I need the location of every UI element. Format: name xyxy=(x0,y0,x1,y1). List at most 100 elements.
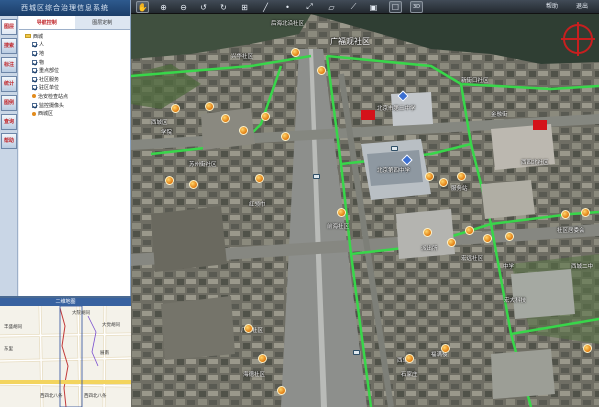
poi-marker-icon[interactable] xyxy=(317,66,326,75)
zoom-out-icon[interactable]: ⊖ xyxy=(177,1,190,13)
map-label[interactable]: 服务站 xyxy=(451,184,468,192)
side-tab-mark[interactable]: 标注 xyxy=(1,57,17,73)
layer-checkbox[interactable] xyxy=(32,76,37,82)
map-label[interactable]: 石家庄 xyxy=(401,370,418,378)
map-label[interactable]: 前海社区 xyxy=(327,222,349,230)
select-icon[interactable]: ▣ xyxy=(367,1,380,13)
poi-marker-icon[interactable] xyxy=(583,344,592,353)
map-label[interactable]: 红领巾 xyxy=(249,200,266,208)
layer-checkbox[interactable] xyxy=(32,50,37,56)
flag-icon[interactable] xyxy=(533,120,547,130)
camera-icon[interactable] xyxy=(353,350,360,355)
pan-icon[interactable]: ✋ xyxy=(136,1,149,13)
layer-checkbox[interactable] xyxy=(32,68,37,74)
side-tab-layers[interactable]: 图层 xyxy=(1,19,17,35)
map-label[interactable]: 中学 xyxy=(503,262,514,270)
camera-icon[interactable] xyxy=(391,146,398,151)
map-label[interactable]: 后海北沿社区 xyxy=(271,19,304,27)
measure-icon[interactable]: ⊞ xyxy=(238,1,251,13)
poi-marker-icon[interactable] xyxy=(405,354,414,363)
flag-icon[interactable] xyxy=(361,110,375,120)
poi-marker-icon[interactable] xyxy=(561,210,570,219)
map-label[interactable]: 学院 xyxy=(161,128,172,136)
poi-marker-icon[interactable] xyxy=(258,354,267,363)
poi-marker-icon[interactable] xyxy=(221,114,230,123)
side-tab-legend[interactable]: 图例 xyxy=(1,95,17,111)
layer-checkbox[interactable] xyxy=(32,102,37,108)
poi-marker-icon[interactable] xyxy=(337,208,346,217)
poi-marker-icon[interactable] xyxy=(581,208,590,217)
map-label[interactable]: 苏州街社区 xyxy=(189,160,217,168)
map-label[interactable]: 海德社区 xyxy=(243,370,265,378)
tree-node[interactable]: 西城区 xyxy=(25,109,130,118)
overview-minimap[interactable]: 二维地图 丰盛胡同 大院胡同 东里 展南 大觉胡同 西四北八条 西四北八条 xyxy=(0,296,131,407)
map-label[interactable]: 西四北社区 xyxy=(521,158,549,166)
map-label[interactable]: 宏远社区 xyxy=(461,254,483,262)
side-tab-search[interactable]: 搜索 xyxy=(1,38,17,54)
tree-node[interactable]: 驻区单位 xyxy=(25,84,130,93)
rotate-left-icon[interactable]: ↺ xyxy=(197,1,210,13)
tree-node[interactable]: 人 xyxy=(25,41,130,50)
poi-marker-icon[interactable] xyxy=(239,126,248,135)
tree-node[interactable]: 物 xyxy=(25,58,130,67)
map-viewport[interactable]: 广福观社区 后海北沿社区 兴华社区 新街口社区 西四北社区 苏州街社区 北京市第… xyxy=(131,14,599,407)
map-label[interactable]: 北京市第三中学 xyxy=(377,104,416,112)
side-tab-query[interactable]: 查询 xyxy=(1,114,17,130)
poi-marker-icon[interactable] xyxy=(505,232,514,241)
tree-node[interactable]: 治安检查站点 xyxy=(25,92,130,101)
map-label[interactable]: 金融街 xyxy=(491,110,508,118)
tree-node[interactable]: 重点部位 xyxy=(25,66,130,75)
tab-navigation[interactable]: 导航控制 xyxy=(19,16,75,29)
tree-node[interactable]: 社区服务 xyxy=(25,75,130,84)
map-label[interactable]: 西城区 xyxy=(151,118,168,126)
help-button[interactable]: 帮助 xyxy=(546,0,558,14)
compass-icon[interactable] xyxy=(561,22,595,56)
layer-checkbox[interactable] xyxy=(32,42,37,48)
poi-marker-icon[interactable] xyxy=(465,226,474,235)
zoom-in-icon[interactable]: ⊕ xyxy=(157,1,170,13)
poi-marker-icon[interactable] xyxy=(291,48,300,57)
side-tab-stats[interactable]: 统计 xyxy=(1,76,17,92)
map-label[interactable]: 西城二中 xyxy=(571,262,593,270)
side-tab-help[interactable]: 帮助 xyxy=(1,133,17,149)
map-label[interactable]: 兴华社区 xyxy=(231,52,253,60)
map-label[interactable]: 广福观社区 xyxy=(330,36,370,47)
rotate-right-icon[interactable]: ↻ xyxy=(217,1,230,13)
map-label[interactable]: 派出所 xyxy=(421,244,438,252)
layer-checkbox[interactable] xyxy=(32,85,37,91)
tilt-icon[interactable]: ⟋ xyxy=(347,1,360,13)
line-icon[interactable]: ╱ xyxy=(259,1,272,13)
poi-marker-icon[interactable] xyxy=(457,172,466,181)
poi-marker-icon[interactable] xyxy=(261,112,270,121)
poi-marker-icon[interactable] xyxy=(205,102,214,111)
tree-node-root[interactable]: 西城 xyxy=(25,32,130,41)
tab-layer-custom[interactable]: 图层定制 xyxy=(75,16,131,29)
poi-marker-icon[interactable] xyxy=(189,180,198,189)
tree-node[interactable]: 地 xyxy=(25,49,130,58)
clear-icon[interactable]: ☐ xyxy=(389,1,402,13)
layer-checkbox[interactable] xyxy=(32,59,37,65)
poi-marker-icon[interactable] xyxy=(483,234,492,243)
poi-marker-icon[interactable] xyxy=(277,386,286,395)
poi-marker-icon[interactable] xyxy=(165,176,174,185)
poi-marker-icon[interactable] xyxy=(425,172,434,181)
poi-marker-icon[interactable] xyxy=(441,344,450,353)
full-icon[interactable]: 3D xyxy=(410,1,423,13)
area-icon[interactable]: ▱ xyxy=(325,1,338,13)
poi-marker-icon[interactable] xyxy=(244,324,253,333)
tree-node[interactable]: 监控摄像头 xyxy=(25,101,130,110)
poi-marker-icon[interactable] xyxy=(281,132,290,141)
map-label[interactable]: 社区居委会 xyxy=(557,226,585,234)
camera-icon[interactable] xyxy=(313,174,320,179)
poi-marker-icon[interactable] xyxy=(423,228,432,237)
distance-icon[interactable]: ⤢ xyxy=(303,1,316,13)
exit-button[interactable]: 退出 xyxy=(576,0,588,14)
poi-marker-icon[interactable] xyxy=(447,238,456,247)
map-label[interactable]: 新街口社区 xyxy=(461,76,489,84)
poi-marker-icon[interactable] xyxy=(255,174,264,183)
poi-marker-icon[interactable] xyxy=(439,178,448,187)
map-label[interactable]: 北京第四中学 xyxy=(377,166,410,174)
map-label[interactable]: 宏大科技 xyxy=(504,296,526,304)
point-icon[interactable]: • xyxy=(281,1,294,13)
poi-marker-icon[interactable] xyxy=(171,104,180,113)
